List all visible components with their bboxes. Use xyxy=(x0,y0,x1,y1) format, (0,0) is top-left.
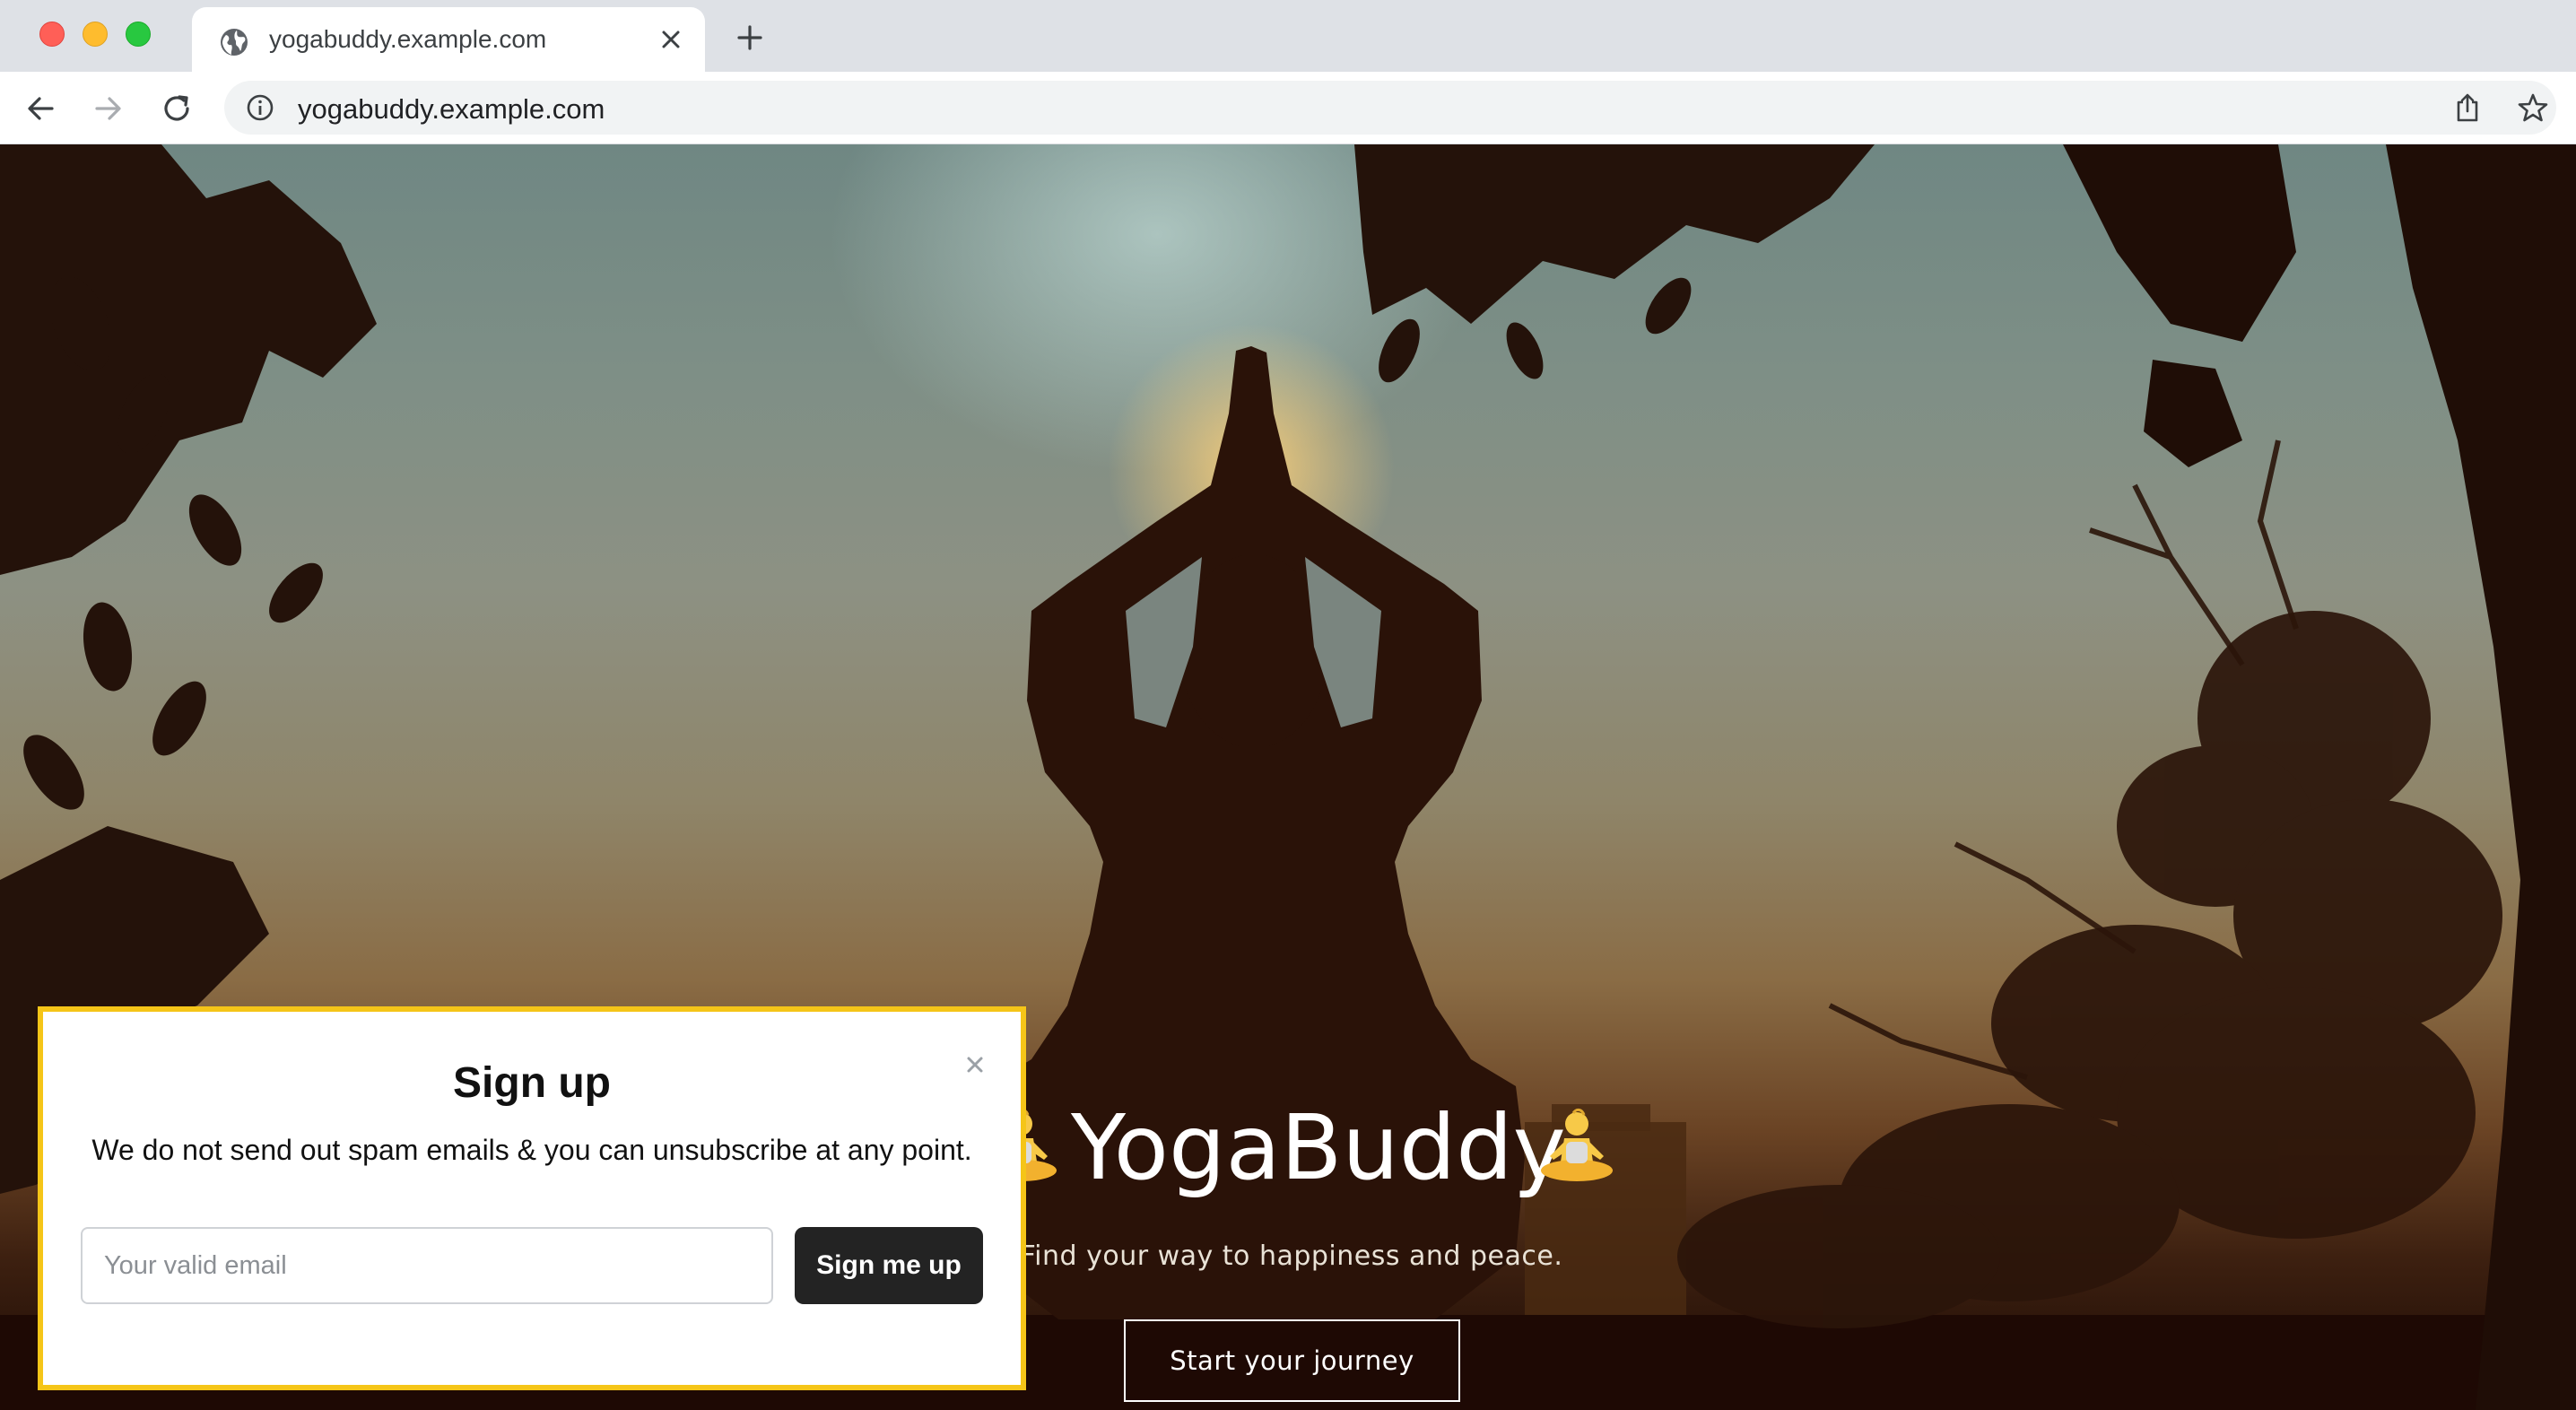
tab-title: yogabuddy.example.com xyxy=(269,25,547,53)
modal-description: We do not send out spam emails & you can… xyxy=(91,1134,972,1166)
share-icon[interactable] xyxy=(2452,91,2483,124)
email-input[interactable] xyxy=(81,1227,773,1304)
new-tab-icon[interactable] xyxy=(734,22,766,54)
hero-tagline: Find your way to happiness and peace. xyxy=(1020,1240,1563,1272)
site-info-icon[interactable] xyxy=(246,93,274,122)
reload-icon[interactable] xyxy=(160,91,194,126)
start-journey-button[interactable]: Start your journey xyxy=(1124,1319,1460,1402)
sign-me-up-button[interactable]: Sign me up xyxy=(795,1227,983,1304)
browser-tab-bar: yogabuddy.example.com xyxy=(0,0,2576,72)
hero-title: YogaBuddy xyxy=(1071,1095,1566,1200)
browser-tab[interactable]: yogabuddy.example.com xyxy=(192,7,705,72)
bookmark-star-icon[interactable] xyxy=(2517,91,2549,124)
minimize-window-button[interactable] xyxy=(83,22,108,47)
maximize-window-button[interactable] xyxy=(126,22,151,47)
modal-title: Sign up xyxy=(453,1059,611,1107)
meditation-emoji-icon xyxy=(1541,1108,1613,1181)
address-bar-url[interactable]: yogabuddy.example.com xyxy=(298,93,605,126)
forward-arrow-icon[interactable] xyxy=(91,91,126,126)
close-window-button[interactable] xyxy=(39,22,65,47)
tab-close-icon[interactable] xyxy=(655,23,687,56)
globe-icon xyxy=(221,29,248,56)
address-bar[interactable]: yogabuddy.example.com xyxy=(224,81,2556,135)
signup-modal: Sign up We do not send out spam emails &… xyxy=(38,1006,1026,1390)
back-arrow-icon[interactable] xyxy=(23,91,57,126)
browser-toolbar: yogabuddy.example.com xyxy=(0,72,2576,144)
hero-brand: YogaBuddy xyxy=(978,1095,1613,1200)
